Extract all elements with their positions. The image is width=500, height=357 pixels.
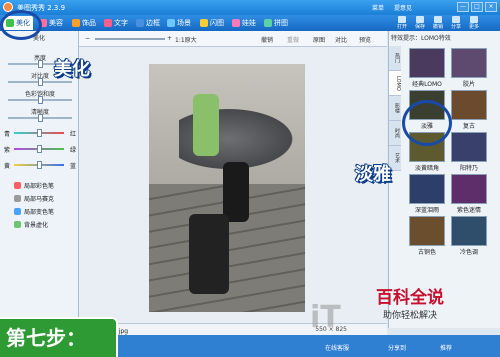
preview-button[interactable]: 预览 bbox=[359, 35, 371, 44]
zoom-out-icon[interactable]: − bbox=[85, 35, 90, 42]
recolor-brush-icon bbox=[14, 208, 21, 215]
effects-category-tabs: 热门 LOMO 影楼 时尚 艺术 bbox=[389, 46, 401, 171]
slider-knob[interactable] bbox=[37, 60, 43, 68]
background-blur-brush[interactable]: 背景虚化 bbox=[14, 220, 48, 229]
baike-subtitle: 助你轻松解决 bbox=[382, 311, 437, 321]
tab-lomo[interactable]: LOMO bbox=[389, 71, 401, 96]
effect-bronze[interactable]: 古铜色 bbox=[409, 216, 445, 256]
accessories-icon bbox=[72, 19, 80, 27]
photo-person-green bbox=[193, 94, 219, 156]
tab-collage[interactable]: 拼图 bbox=[261, 16, 291, 30]
compare-button[interactable]: 对比 bbox=[335, 35, 347, 44]
minimize-button[interactable]: — bbox=[457, 2, 469, 12]
share-link[interactable]: 分享到 bbox=[388, 343, 406, 352]
effect-thumbnail bbox=[451, 174, 487, 204]
baike-watermark: 百科全说 助你轻松解决 bbox=[358, 283, 462, 327]
effect-deep-blue[interactable]: 深蓝泪雨 bbox=[409, 174, 445, 214]
zoom-in-icon[interactable]: + bbox=[167, 35, 172, 42]
tab-fashion[interactable]: 时尚 bbox=[389, 121, 401, 146]
flash-icon bbox=[200, 19, 208, 27]
effect-thumbnail bbox=[451, 216, 487, 246]
scene-icon bbox=[167, 19, 175, 27]
edited-photo bbox=[149, 64, 305, 312]
effect-thumbnail bbox=[409, 174, 445, 204]
tab-accessories[interactable]: 饰品 bbox=[69, 16, 99, 30]
tab-studio[interactable]: 影楼 bbox=[389, 96, 401, 121]
partial-recolor-brush[interactable]: 局部变色笔 bbox=[14, 207, 54, 216]
tab-flash[interactable]: 闪图 bbox=[197, 16, 227, 30]
doll-icon bbox=[232, 19, 240, 27]
site-watermark: iT bbox=[310, 300, 341, 335]
recommend-link[interactable]: 推荐 bbox=[440, 343, 452, 352]
color-knob[interactable] bbox=[36, 161, 42, 169]
slider-knob[interactable] bbox=[37, 96, 43, 104]
tab-hot[interactable]: 热门 bbox=[389, 46, 401, 71]
online-service-link[interactable]: 在线客服 bbox=[325, 343, 349, 352]
maximize-button[interactable]: □ bbox=[471, 2, 483, 12]
title-links: 菜单 提意见 bbox=[372, 3, 420, 12]
annotation-beautify: 美化 bbox=[54, 59, 90, 80]
purple-label: 紫 bbox=[4, 147, 11, 154]
undo-button[interactable]: 撤销 bbox=[430, 15, 446, 31]
effect-sun[interactable]: 阳特乃 bbox=[451, 132, 487, 172]
mosaic-icon bbox=[14, 195, 21, 202]
cyan-label: 青 bbox=[4, 131, 11, 138]
effect-retro[interactable]: 复古 bbox=[451, 90, 487, 130]
quick-tools: 打开 保存 撤销 分享 更多 bbox=[394, 15, 482, 31]
highlight-circle bbox=[402, 100, 452, 146]
effect-purple[interactable]: 紫色迷情 bbox=[451, 174, 487, 214]
red-label: 红 bbox=[69, 131, 76, 138]
color-knob[interactable] bbox=[36, 145, 42, 153]
canvas-toolbar: − + 1:1原大 撤销 重做 原图 对比 预览 bbox=[79, 31, 387, 47]
zoom-slider[interactable] bbox=[95, 38, 165, 40]
photo-person-white bbox=[223, 162, 249, 222]
feedback-link[interactable]: 提意见 bbox=[394, 5, 412, 12]
annotation-elegant: 淡雅 bbox=[355, 164, 391, 185]
color-brush-icon bbox=[14, 182, 21, 189]
effect-thumbnail bbox=[451, 90, 487, 120]
highlight-circle bbox=[0, 10, 42, 40]
effect-classic-lomo[interactable]: 经典LOMO bbox=[409, 48, 445, 88]
step-label: 第七步： bbox=[0, 317, 118, 357]
window-controls: — □ × bbox=[457, 2, 497, 12]
yellow-label: 黄 bbox=[4, 163, 11, 170]
undo-canvas-button[interactable]: 撤销 bbox=[261, 35, 273, 44]
redo-canvas-button[interactable]: 重做 bbox=[287, 35, 299, 44]
partial-color-brush[interactable]: 局部彩色笔 bbox=[14, 181, 54, 190]
effect-thumbnail bbox=[409, 48, 445, 78]
tab-text[interactable]: 文字 bbox=[101, 16, 131, 30]
effect-thumbnail bbox=[451, 132, 487, 162]
actual-size-button[interactable]: 1:1原大 bbox=[175, 35, 197, 44]
image-canvas[interactable] bbox=[79, 47, 387, 323]
partial-mosaic-brush[interactable]: 局部马赛克 bbox=[14, 194, 54, 203]
title-bar: 美图秀秀 2.3.9 菜单 提意见 — □ × bbox=[0, 0, 500, 15]
tab-border[interactable]: 边框 bbox=[133, 16, 163, 30]
menu-link[interactable]: 菜单 bbox=[372, 5, 384, 12]
close-button[interactable]: × bbox=[485, 2, 497, 12]
effect-thumbnail bbox=[451, 48, 487, 78]
blue-label: 蓝 bbox=[69, 163, 76, 170]
effect-cool-tone[interactable]: 冷色调 bbox=[451, 216, 487, 256]
blur-icon bbox=[14, 221, 21, 228]
effect-film[interactable]: 胶片 bbox=[451, 48, 487, 88]
border-icon bbox=[136, 19, 144, 27]
text-icon bbox=[104, 19, 112, 27]
tab-scene[interactable]: 场景 bbox=[164, 16, 194, 30]
save-button[interactable]: 保存 bbox=[412, 15, 428, 31]
tab-doll[interactable]: 娃娃 bbox=[229, 16, 259, 30]
green-label: 绿 bbox=[69, 147, 76, 154]
slider-knob[interactable] bbox=[37, 114, 43, 122]
more-button[interactable]: 更多 bbox=[466, 15, 482, 31]
photo-person-purple bbox=[189, 214, 229, 294]
original-button[interactable]: 原图 bbox=[313, 35, 325, 44]
share-button[interactable]: 分享 bbox=[448, 15, 464, 31]
baike-title: 百科全说 bbox=[376, 288, 444, 308]
slider-knob[interactable] bbox=[37, 78, 43, 86]
effect-thumbnail bbox=[409, 216, 445, 246]
color-knob[interactable] bbox=[36, 129, 42, 137]
open-button[interactable]: 打开 bbox=[394, 15, 410, 31]
collage-icon bbox=[264, 19, 272, 27]
effects-tip: 特效提示：LOMO特效 bbox=[391, 35, 451, 42]
